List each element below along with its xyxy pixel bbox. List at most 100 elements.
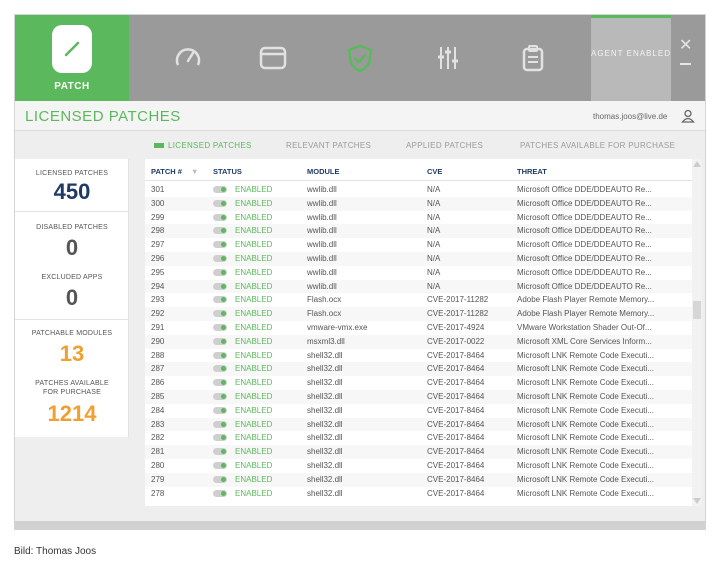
tab-relevant-patches[interactable]: RELEVANT PATCHES	[286, 141, 371, 150]
stats-panel: LICENSED PATCHES 450 DISABLED PATCHES 0 …	[15, 159, 129, 437]
tab-licensed-patches[interactable]: LICENSED PATCHES	[168, 141, 252, 150]
status-toggle[interactable]	[213, 448, 227, 456]
cell-status: ENABLED	[235, 488, 273, 498]
close-icon[interactable]: ✕	[679, 35, 692, 55]
status-toggle[interactable]	[213, 489, 227, 497]
status-toggle[interactable]	[213, 213, 227, 221]
table-row[interactable]: 298 ENABLED wwlib.dll N/A Microsoft Office D…	[145, 224, 692, 239]
window-icon[interactable]	[258, 43, 288, 73]
table-row[interactable]: 293 ENABLED Flash.ocx CVE-2017-11282 Adobe F…	[145, 293, 692, 307]
table-row[interactable]: 300 ENABLED wwlib.dll N/A Microsoft Office D…	[145, 196, 692, 211]
status-toggle[interactable]	[213, 186, 227, 193]
clipboard-icon[interactable]	[518, 43, 548, 73]
cell-threat: Microsoft Office DDE/DDEAUTO Re...	[517, 254, 652, 263]
status-toggle[interactable]	[213, 393, 227, 400]
status-toggle[interactable]	[213, 337, 227, 345]
table-row[interactable]: 290 ENABLED msxml3.dll CVE-2017-0022 Microso…	[145, 334, 692, 349]
status-toggle[interactable]	[213, 379, 227, 387]
sliders-icon[interactable]	[433, 43, 463, 73]
table-row[interactable]: 280 ENABLED shell32.dll CVE-2017-8464 Micros…	[145, 459, 692, 473]
column-header-status[interactable]: STATUS	[213, 167, 242, 176]
table-scrollbar[interactable]	[692, 159, 702, 506]
cell-cve: CVE-2017-8464	[427, 350, 485, 360]
agent-status-label: AGENT ENABLED	[591, 49, 671, 58]
table-row[interactable]: 287 ENABLED shell32.dll CVE-2017-8464 Micros…	[145, 362, 692, 377]
table-row[interactable]: 284 ENABLED shell32.dll CVE-2017-8464 Micros…	[145, 404, 692, 418]
status-toggle[interactable]	[213, 282, 227, 290]
table-row[interactable]: 286 ENABLED shell32.dll CVE-2017-8464 Micros…	[145, 376, 692, 390]
status-toggle[interactable]	[213, 475, 227, 483]
tab-applied-patches[interactable]: APPLIED PATCHES	[406, 141, 483, 150]
status-toggle[interactable]	[213, 351, 227, 359]
cell-threat: Microsoft LNK Remote Code Executi...	[517, 488, 654, 498]
status-toggle[interactable]	[213, 420, 227, 428]
status-toggle[interactable]	[213, 324, 227, 331]
table-row[interactable]: 288 ENABLED shell32.dll CVE-2017-8464 Micros…	[145, 349, 692, 363]
status-toggle[interactable]	[213, 365, 227, 373]
status-toggle[interactable]	[213, 241, 227, 249]
gauge-icon[interactable]	[173, 43, 203, 73]
table-header: PATCH # ▼ STATUS MODULE CVE THREAT	[145, 159, 692, 181]
table-row[interactable]: 297 ENABLED wwlib.dll N/A Microsoft Office D…	[145, 238, 692, 252]
status-toggle[interactable]	[213, 310, 227, 318]
cell-status: ENABLED	[235, 295, 273, 305]
cell-patch-number: 287	[151, 364, 165, 374]
table-row[interactable]: 294 ENABLED wwlib.dll N/A Microsoft Office D…	[145, 279, 692, 294]
status-toggle[interactable]	[213, 462, 227, 469]
column-header-cve[interactable]: CVE	[427, 167, 442, 176]
table-row[interactable]: 282 ENABLED shell32.dll CVE-2017-8464 Micros…	[145, 431, 692, 445]
scroll-thumb[interactable]	[693, 301, 701, 319]
nav-tab-patch[interactable]: PATCH	[15, 15, 129, 101]
table-row[interactable]: 292 ENABLED Flash.ocx CVE-2017-11282 Adobe F…	[145, 307, 692, 321]
column-header-threat[interactable]: THREAT	[517, 167, 547, 176]
column-header-module[interactable]: MODULE	[307, 167, 340, 176]
cell-patch-number: 283	[151, 419, 165, 429]
table-row[interactable]: 283 ENABLED shell32.dll CVE-2017-8464 Micros…	[145, 417, 692, 432]
status-toggle[interactable]	[213, 255, 227, 262]
shield-check-icon[interactable]	[345, 43, 375, 73]
agent-status-toggle[interactable]: AGENT ENABLED	[591, 15, 671, 101]
column-header-patch[interactable]: PATCH #	[151, 167, 182, 176]
table-row[interactable]: 299 ENABLED wwlib.dll N/A Microsoft Office D…	[145, 211, 692, 225]
sub-tabs: LICENSED PATCHES RELEVANT PATCHES APPLIE…	[15, 132, 705, 158]
table-row[interactable]: 281 ENABLED shell32.dll CVE-2017-8464 Micros…	[145, 445, 692, 459]
cell-cve: CVE-2017-8464	[427, 488, 485, 498]
table-row[interactable]: 291 ENABLED vmware-vmx.exe CVE-2017-4924 VMw…	[145, 321, 692, 335]
table-row[interactable]: 295 ENABLED wwlib.dll N/A Microsoft Office D…	[145, 266, 692, 280]
cell-module: wwlib.dll	[307, 254, 337, 263]
tab-patches-for-purchase[interactable]: PATCHES AVAILABLE FOR PURCHASE	[520, 141, 675, 150]
cell-patch-number: 284	[151, 405, 165, 415]
user-icon[interactable]	[681, 109, 695, 123]
stat-disabled-patches-value: 0	[65, 235, 79, 260]
status-toggle[interactable]	[213, 199, 227, 207]
status-toggle[interactable]	[213, 227, 227, 235]
cell-module: shell32.dll	[307, 447, 343, 457]
cell-module: shell32.dll	[307, 419, 343, 429]
scroll-up-icon[interactable]	[693, 161, 701, 167]
table-row[interactable]: 296 ENABLED wwlib.dll N/A Microsoft Office D…	[145, 252, 692, 266]
status-toggle[interactable]	[213, 434, 227, 442]
bandage-icon	[52, 25, 92, 73]
table-row[interactable]: 279 ENABLED shell32.dll CVE-2017-8464 Micros…	[145, 472, 692, 487]
status-toggle[interactable]	[213, 268, 227, 276]
user-email[interactable]: thomas.joos@live.de	[593, 112, 667, 121]
table-row[interactable]: 278 ENABLED shell32.dll CVE-2017-8464 Micros…	[145, 487, 692, 501]
cell-module: shell32.dll	[307, 433, 343, 443]
table-row[interactable]: 285 ENABLED shell32.dll CVE-2017-8464 Micros…	[145, 390, 692, 404]
status-toggle[interactable]	[213, 406, 227, 414]
cell-cve: CVE-2017-0022	[427, 336, 485, 346]
cell-status: ENABLED	[235, 226, 273, 236]
cell-status: ENABLED	[235, 433, 273, 443]
image-caption: Bild: Thomas Joos	[14, 546, 97, 557]
stat-patchable-modules-value: 13	[59, 341, 85, 366]
cell-patch-number: 282	[151, 433, 165, 443]
cell-cve: N/A	[427, 185, 441, 194]
scroll-down-icon[interactable]	[693, 498, 701, 504]
table-row[interactable]: 301 ENABLED wwlib.dll N/A Microsoft Office D…	[145, 183, 692, 197]
cell-cve: N/A	[427, 212, 441, 222]
minimize-icon[interactable]	[680, 63, 691, 65]
cell-status: ENABLED	[235, 336, 273, 346]
status-toggle[interactable]	[213, 296, 227, 304]
sort-desc-icon[interactable]: ▼	[191, 167, 198, 176]
page-header: LICENSED PATCHES thomas.joos@live.de	[15, 101, 705, 131]
